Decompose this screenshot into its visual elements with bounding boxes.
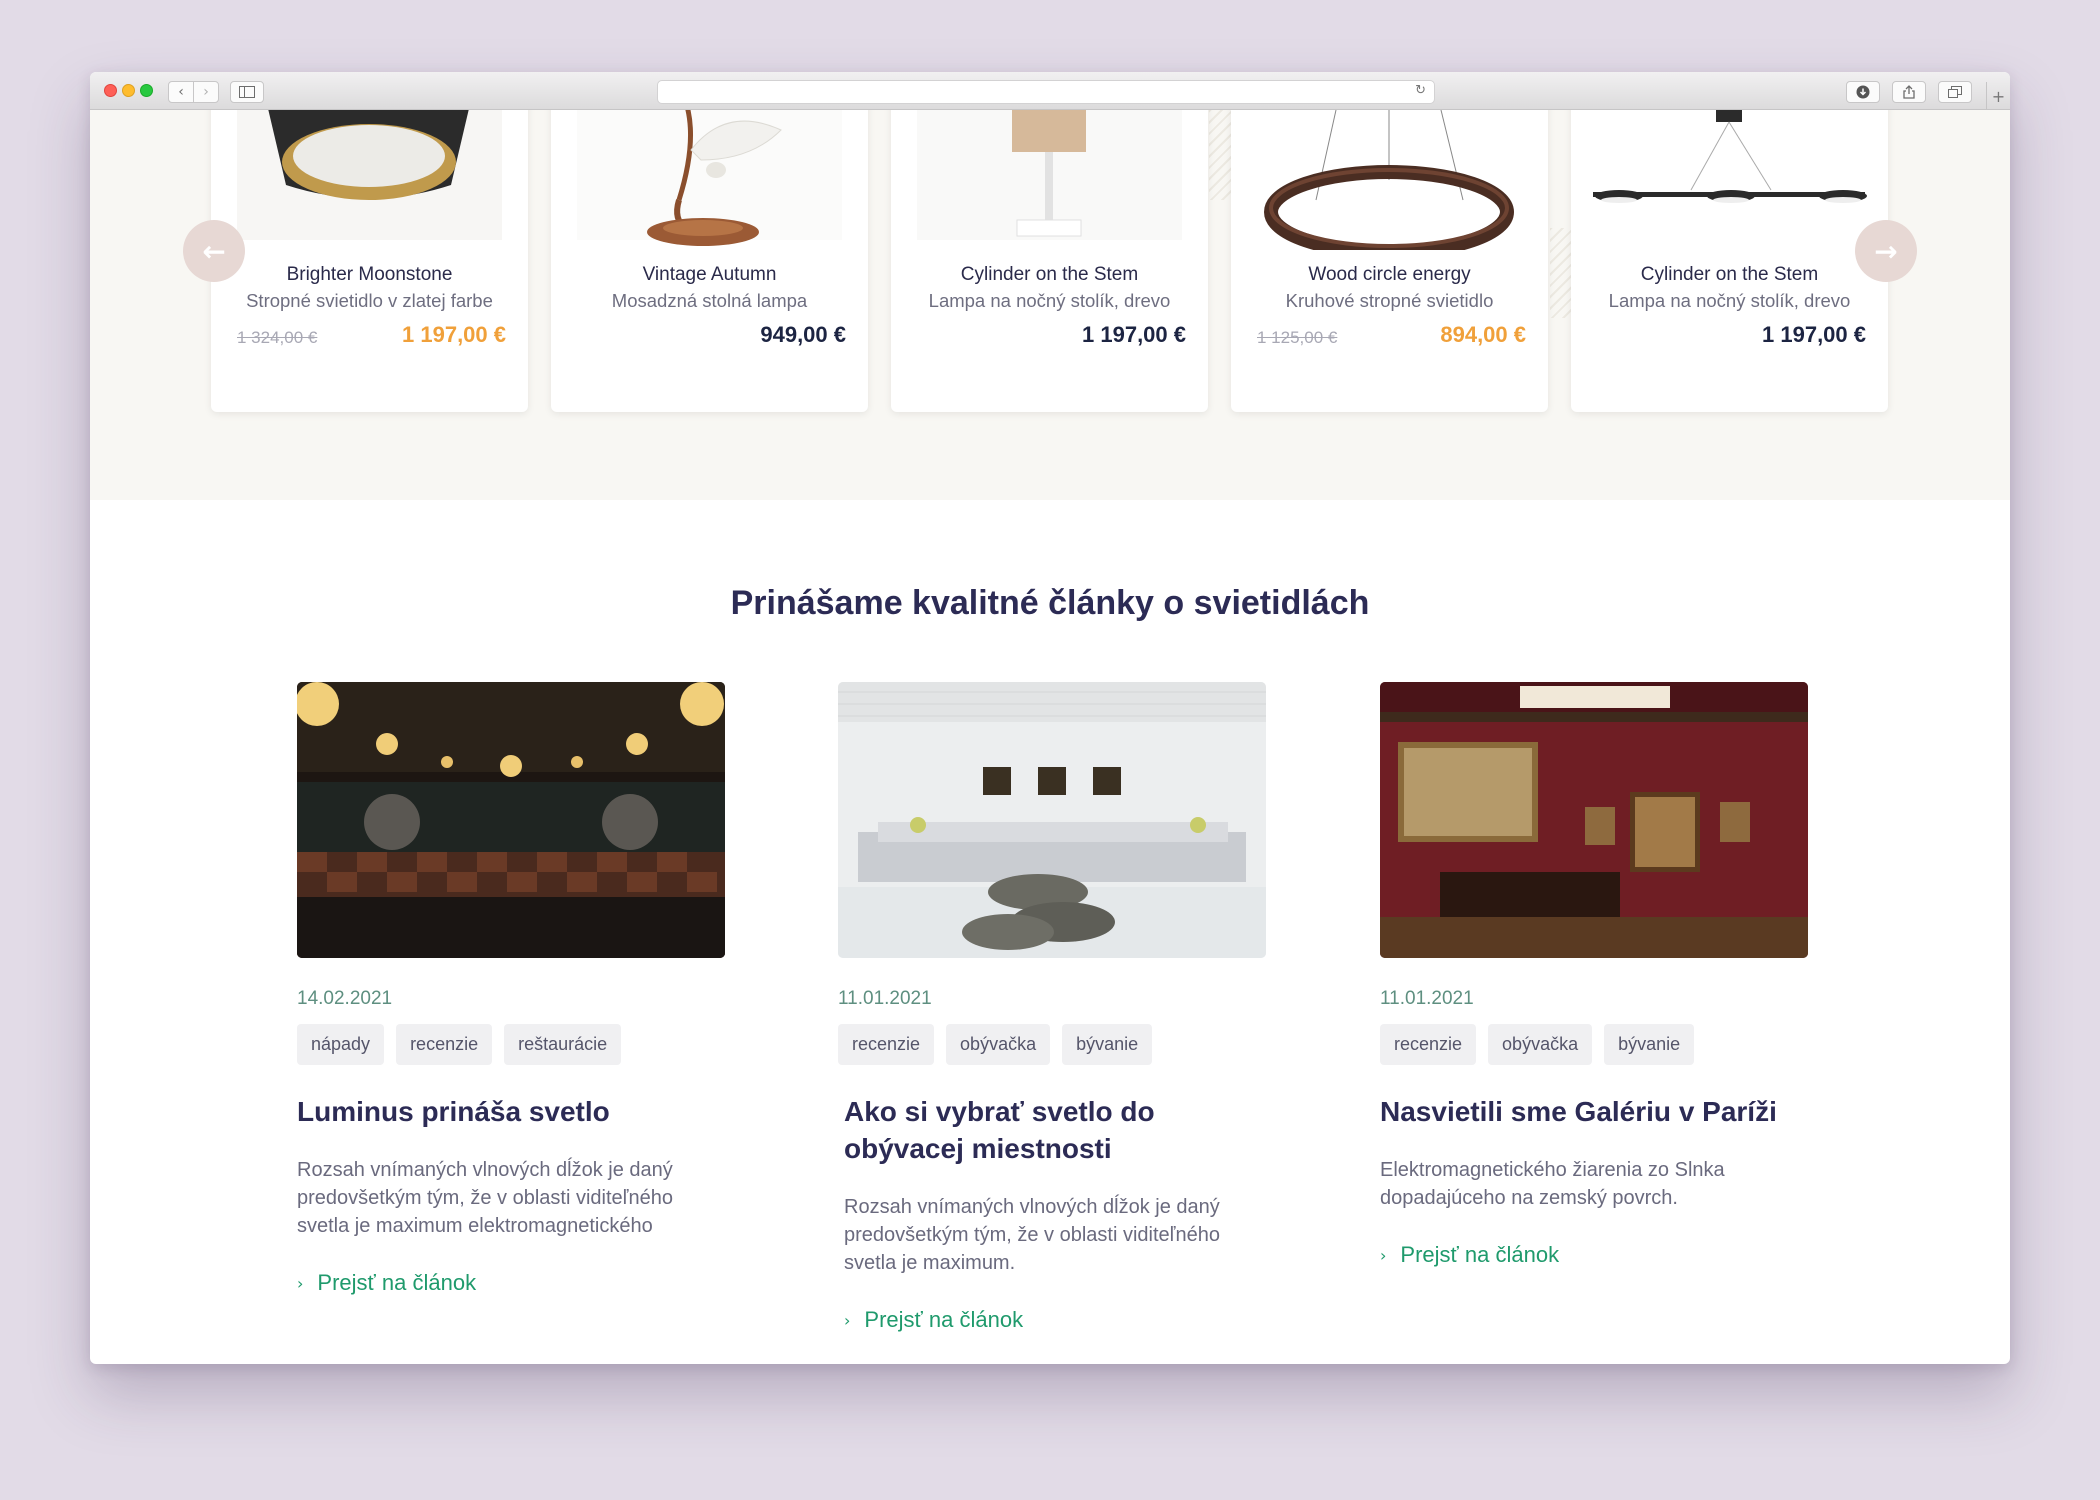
read-more-label: Prejsť na článok [317,1270,477,1295]
product-name: Cylinder on the Stem [1640,264,1819,285]
forward-button[interactable]: › [193,81,219,103]
article-read-more-link[interactable]: › Prejsť na článok [838,1307,1266,1333]
product-price: 1 197,00 € [402,322,506,347]
article-excerpt: Rozsah vnímaných vlnových dĺžok je daný … [844,1196,1220,1274]
tag[interactable]: recenzie [396,1024,493,1065]
tag[interactable]: obývačka [946,1024,1051,1065]
chevron-left-icon: ‹ [178,84,184,100]
product-name: Cylinder on the Stem [960,264,1139,285]
product-name: Brighter Moonstone [286,264,453,285]
read-more-label: Prejsť na článok [864,1307,1024,1332]
article-date: 14.02.2021 [297,988,393,1009]
article-title[interactable]: Nasvietili sme Galériu v Paríži [1380,1093,1808,1130]
sidebar-icon [239,86,255,98]
read-more-label: Prejsť na článok [1400,1242,1560,1267]
browser-toolbar: ‹ › ↻ + [90,72,2010,110]
chevron-right-icon: › [844,1310,851,1330]
tag[interactable]: nápady [297,1024,385,1065]
article-read-more-link[interactable]: › Prejsť na článok [297,1270,725,1296]
close-window-button[interactable] [104,84,117,97]
page-content: Brighter Moonstone Stropné svietidlo v z… [90,110,2010,1364]
product-name: Vintage Autumn [642,264,777,285]
article-excerpt: Rozsah vnímaných vlnových dĺžok je daný … [297,1159,673,1237]
article-tags: nápady recenzie reštaurácie [297,1024,725,1065]
product-description: Lampa na nočný stolík, drevo [928,290,1171,311]
reload-icon[interactable]: ↻ [1415,83,1426,98]
article-image[interactable] [1380,682,1808,958]
article-excerpt: Elektromagnetického žiarenia zo Slnka do… [1380,1159,1725,1209]
zoom-window-button[interactable] [140,84,153,97]
gallery-photo [1380,682,1808,958]
carousel-next-button[interactable]: → [1855,220,1917,282]
tag[interactable]: bývanie [1604,1024,1695,1065]
living-room-photo [838,682,1266,958]
tag[interactable]: obývačka [1488,1024,1593,1065]
sidebar-toggle-button[interactable] [230,81,264,103]
product-description: Lampa na nočný stolík, drevo [1608,290,1851,311]
decorative-stripes [1550,228,1572,318]
product-image [1264,110,1514,250]
article-card: 14.02.2021 nápady recenzie reštaurácie L… [297,682,725,1296]
product-description: Stropné svietidlo v zlatej farbe [246,290,493,311]
product-image [577,110,842,246]
product-price: 949,00 € [760,322,846,347]
back-button[interactable]: ‹ [168,81,194,103]
product-image [917,110,1182,240]
article-date: 11.01.2021 [1380,988,1474,1009]
article-tags: recenzie obývačka bývanie [1380,1024,1808,1065]
share-button[interactable] [1892,81,1926,103]
share-icon [1903,85,1915,99]
product-image [1593,110,1867,203]
article-date: 11.01.2021 [838,988,932,1009]
download-icon [1856,85,1870,99]
product-description: Mosadzná stolná lampa [611,290,808,311]
products-carousel: Brighter Moonstone Stropné svietidlo v z… [90,110,2010,500]
chevron-right-icon: › [1380,1245,1387,1265]
chevron-right-icon: › [203,84,209,100]
product-card[interactable]: Vintage Autumn Mosadzná stolná lampa 949… [551,110,868,412]
tag[interactable]: reštaurácie [504,1024,622,1065]
product-price: 894,00 € [1440,322,1526,347]
new-tab-button[interactable]: + [1986,82,2010,110]
article-read-more-link[interactable]: › Prejsť na článok [1380,1242,1808,1268]
address-bar[interactable]: ↻ [657,80,1435,104]
articles-section-title: Prinášame kvalitné články o svietidlách [730,584,1370,622]
browser-window: ‹ › ↻ + Brighter Moonstone Stropné sviet… [90,72,2010,1364]
minimize-window-button[interactable] [122,84,135,97]
tag[interactable]: recenzie [1380,1024,1477,1065]
product-image [237,110,502,240]
product-card[interactable]: Brighter Moonstone Stropné svietidlo v z… [211,110,528,412]
product-card[interactable]: Wood circle energy Kruhové stropné sviet… [1231,110,1548,412]
arrow-right-icon: → [1874,234,1898,268]
chevron-right-icon: › [297,1273,304,1293]
article-image[interactable] [297,682,725,958]
article-title[interactable]: Luminus prináša svetlo [297,1093,725,1130]
carousel-prev-button[interactable]: ← [183,220,245,282]
decorative-stripes [1209,110,1231,200]
show-tabs-button[interactable] [1938,81,1972,103]
product-name: Wood circle energy [1308,264,1471,285]
article-card: 11.01.2021 recenzie obývačka bývanie Nas… [1380,682,1808,1268]
product-old-price: 1 324,00 € [237,328,318,347]
tabs-icon [1948,86,1962,98]
product-card[interactable]: Cylinder on the Stem Lampa na nočný stol… [891,110,1208,412]
product-price: 1 197,00 € [1762,322,1866,347]
product-description: Kruhové stropné svietidlo [1285,290,1494,311]
arrow-left-icon: ← [202,234,226,268]
product-card[interactable]: Cylinder on the Stem Lampa na nočný stol… [1571,110,1888,412]
tag[interactable]: recenzie [838,1024,935,1065]
article-image[interactable] [838,682,1266,958]
article-title[interactable]: Ako si vybrať svetlo do obývacej miestno… [838,1093,1266,1167]
tag[interactable]: bývanie [1062,1024,1153,1065]
product-old-price: 1 125,00 € [1257,328,1338,347]
article-card: 11.01.2021 recenzie obývačka bývanie Ako… [838,682,1266,1333]
plus-icon: + [1991,86,2006,106]
downloads-button[interactable] [1846,81,1880,103]
product-price: 1 197,00 € [1082,322,1186,347]
restaurant-photo [297,682,725,958]
article-tags: recenzie obývačka bývanie [838,1024,1266,1065]
